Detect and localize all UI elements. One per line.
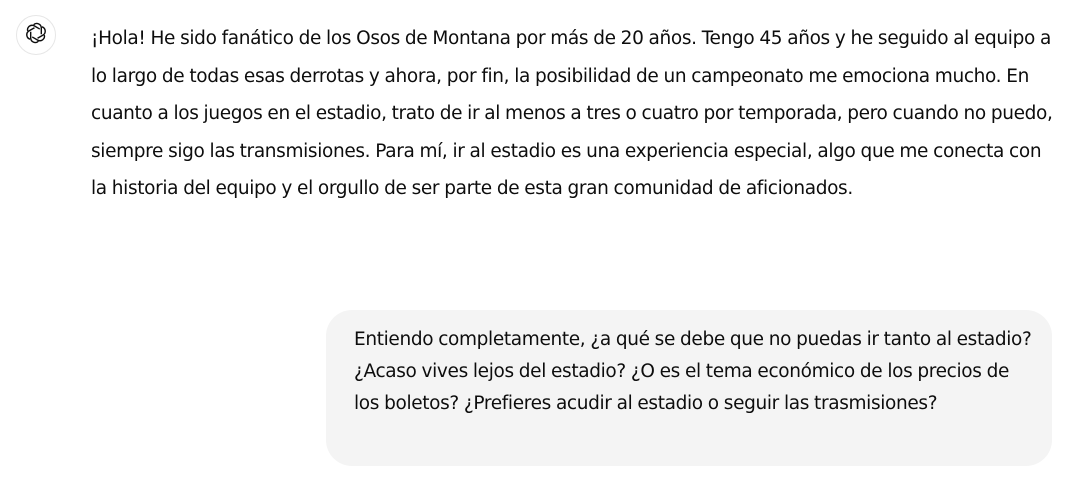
user-message-bubble: Entiendo completamente, ¿a qué se debe q…	[326, 310, 1052, 466]
openai-logo-icon	[23, 20, 49, 50]
user-message-text: Entiendo completamente, ¿a qué se debe q…	[354, 329, 1032, 414]
assistant-avatar	[16, 15, 56, 55]
assistant-message-text: ¡Hola! He sido fanático de los Osos de M…	[91, 28, 1053, 199]
